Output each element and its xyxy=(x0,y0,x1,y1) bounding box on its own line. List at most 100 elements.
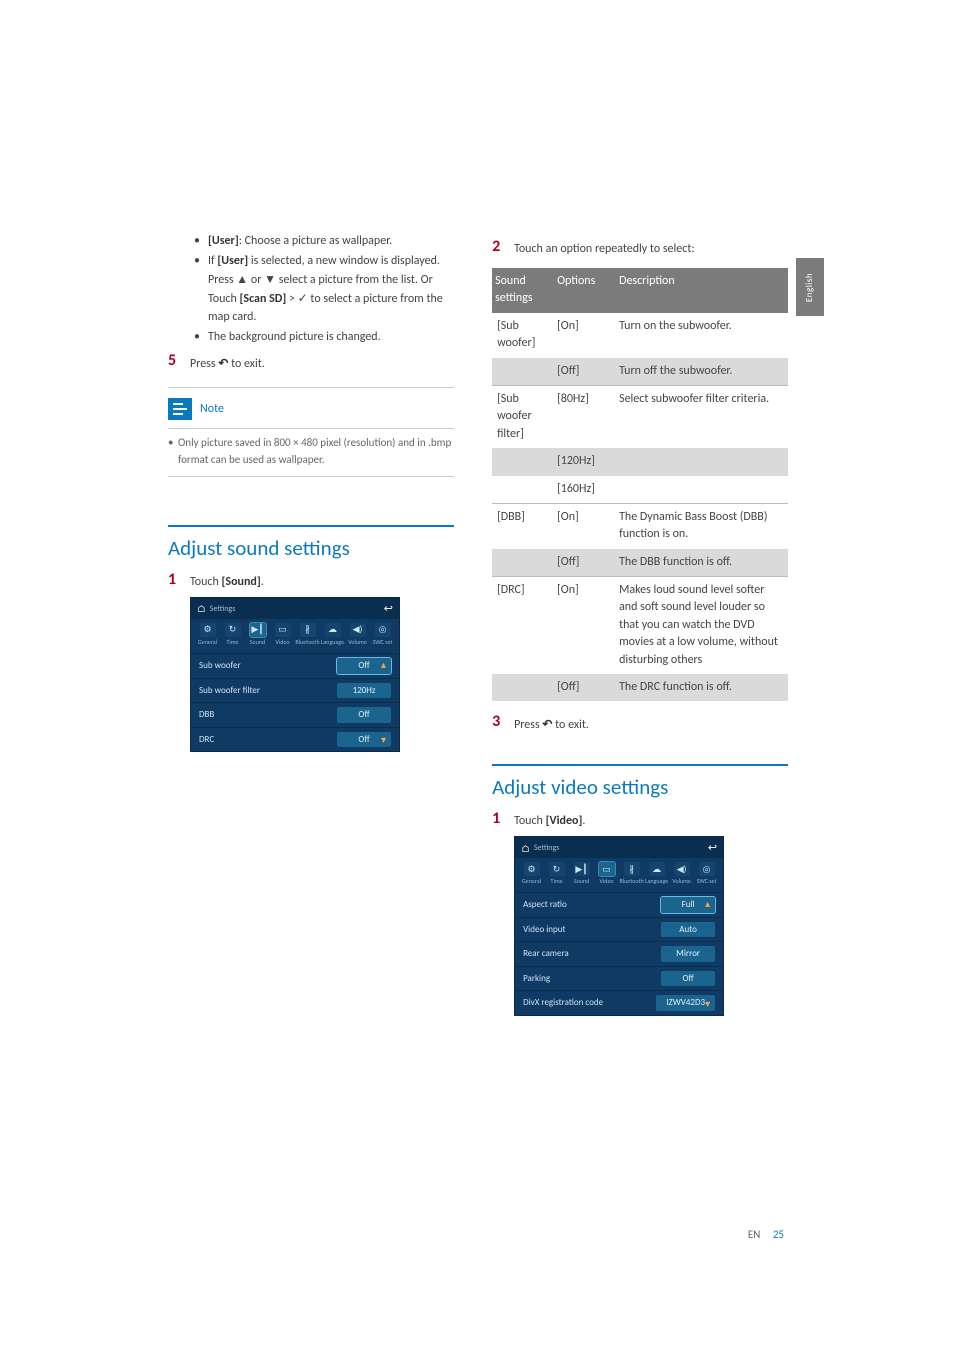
settings-tab[interactable]: ↻Time xyxy=(220,621,245,649)
col-options: Options xyxy=(554,268,616,313)
settings-tab[interactable]: ▶┃Sound xyxy=(569,860,594,888)
step-text: Press ↶ to exit. xyxy=(514,713,788,734)
label-video: [Video] xyxy=(546,814,583,828)
settings-row[interactable]: Aspect ratioFull xyxy=(515,892,723,917)
text: Press xyxy=(208,273,236,287)
row-label: DivX registration code xyxy=(523,996,603,1010)
language-tab: English xyxy=(796,258,824,316)
table-row: [160Hz] xyxy=(492,476,788,504)
step-text: Press ↶ to exit. xyxy=(190,352,454,373)
divider xyxy=(168,428,454,429)
settings-tab[interactable]: ⚙General xyxy=(519,860,544,888)
col-sound-settings: Sound settings xyxy=(492,268,554,313)
tab-label: General xyxy=(522,877,541,886)
scroll-arrows[interactable]: ▴ ▾ xyxy=(381,653,395,751)
text: The background picture is changed. xyxy=(208,330,381,344)
video-step-1: 1 Touch [Video]. xyxy=(492,810,788,830)
settings-row[interactable]: ParkingOff xyxy=(515,966,723,991)
table-cell: [120Hz] xyxy=(554,448,616,475)
settings-row[interactable]: Sub wooferOff xyxy=(191,653,399,678)
settings-row[interactable]: Rear cameraMirror xyxy=(515,941,723,966)
label-user: [User] xyxy=(217,254,248,268)
table-cell: The Dynamic Bass Boost (DBB) function is… xyxy=(616,503,788,548)
settings-row[interactable]: Sub woofer filter120Hz xyxy=(191,678,399,703)
scroll-up-icon[interactable]: ▴ xyxy=(381,657,395,672)
step-number: 5 xyxy=(168,352,182,370)
settings-tab[interactable]: ◎SWC set xyxy=(370,621,395,649)
scroll-down-icon[interactable]: ▾ xyxy=(381,732,395,747)
tab-label: Bluetooth xyxy=(619,877,643,886)
tab-label: Video xyxy=(275,638,289,647)
settings-tab[interactable]: ☁Language xyxy=(320,621,345,649)
screenshot-tabs: ⚙General↻Time▶┃Sound▭Video∦Bluetooth☁Lan… xyxy=(515,858,723,892)
back-icon[interactable]: ↩ xyxy=(708,840,717,857)
footer-page-number: 25 xyxy=(773,1228,784,1241)
down-arrow-icon: ▼ xyxy=(264,272,276,286)
settings-tab[interactable]: ▭Video xyxy=(270,621,295,649)
tab-icon: ▭ xyxy=(599,862,615,876)
tab-icon: ◎ xyxy=(699,862,715,876)
tab-label: Sound xyxy=(250,638,265,647)
settings-tab[interactable]: ▭Video xyxy=(594,860,619,888)
settings-row[interactable]: DBBOff xyxy=(191,702,399,727)
settings-row[interactable]: DivX registration codeIZWV42D3 xyxy=(515,990,723,1015)
tab-label: Time xyxy=(226,638,238,647)
note-header: Note xyxy=(168,394,454,426)
step-3: 3 Press ↶ to exit. xyxy=(492,713,788,734)
table-row: [DRC][On]Makes loud sound level softer a… xyxy=(492,577,788,674)
divider xyxy=(168,387,454,388)
settings-row[interactable]: Video inputAuto xyxy=(515,917,723,942)
screenshot-title: Settings xyxy=(534,842,560,854)
scroll-up-icon[interactable]: ▴ xyxy=(705,896,719,911)
sound-options-table: Sound settings Options Description [Sub … xyxy=(492,268,788,701)
row-label: Aspect ratio xyxy=(523,898,567,912)
settings-tab[interactable]: ◎SWC set xyxy=(694,860,719,888)
tab-icon: ◀) xyxy=(350,623,366,637)
settings-tab[interactable]: ↻Time xyxy=(544,860,569,888)
text: Press xyxy=(514,718,542,732)
settings-row[interactable]: DRCOff xyxy=(191,727,399,752)
tab-icon: ☁ xyxy=(325,623,341,637)
settings-tab[interactable]: ▶┃Sound xyxy=(245,621,270,649)
settings-tab[interactable]: ☁Language xyxy=(644,860,669,888)
sub-instruction-2: Touch [Scan SD] > ✓ to select a picture … xyxy=(208,289,454,326)
step-text: Touch an option repeatedly to select: xyxy=(514,238,788,258)
screenshot-sound-settings: ⌂ Settings ↩ ⚙General↻Time▶┃Sound▭Video∦… xyxy=(190,597,400,753)
tab-label: Sound xyxy=(574,877,589,886)
tab-icon: ⚙ xyxy=(200,623,216,637)
tab-label: Language xyxy=(321,638,344,647)
settings-tab[interactable]: ◀)Volume xyxy=(669,860,694,888)
table-row: [Off]The DBB function is off. xyxy=(492,549,788,577)
settings-tab[interactable]: ∦Bluetooth xyxy=(295,621,320,649)
table-cell: [DRC] xyxy=(492,577,554,674)
divider xyxy=(168,476,454,477)
table-row: [Off]The DRC function is off. xyxy=(492,674,788,701)
table-header-row: Sound settings Options Description xyxy=(492,268,788,313)
back-icon[interactable]: ↩ xyxy=(384,601,393,618)
up-arrow-icon: ▲ xyxy=(236,272,248,286)
text: Touch xyxy=(514,814,546,828)
table-cell xyxy=(616,448,788,475)
screenshot-video-settings: ⌂ Settings ↩ ⚙General↻Time▶┃Sound▭Video∦… xyxy=(514,836,724,1016)
step-text: Touch [Sound]. xyxy=(190,571,454,591)
table-cell: The DBB function is off. xyxy=(616,549,788,577)
table-cell xyxy=(492,358,554,386)
scroll-arrows[interactable]: ▴ ▾ xyxy=(705,892,719,1015)
settings-tab[interactable]: ◀)Volume xyxy=(345,621,370,649)
tab-label: SWC set xyxy=(697,877,717,886)
tab-label: Volume xyxy=(672,877,691,886)
home-icon[interactable]: ⌂ xyxy=(197,601,206,616)
heading-adjust-video: Adjust video settings xyxy=(492,772,788,804)
settings-tab[interactable]: ⚙General xyxy=(195,621,220,649)
tab-icon: ▶┃ xyxy=(574,862,590,876)
scroll-down-icon[interactable]: ▾ xyxy=(705,996,719,1011)
back-icon: ↶ xyxy=(218,356,228,370)
table-cell: [Off] xyxy=(554,549,616,577)
settings-tab[interactable]: ∦Bluetooth xyxy=(619,860,644,888)
row-label: Rear camera xyxy=(523,947,569,961)
row-label: Sub woofer xyxy=(199,659,241,673)
tab-label: Language xyxy=(645,877,668,886)
table-cell: Turn off the subwoofer. xyxy=(616,358,788,386)
home-icon[interactable]: ⌂ xyxy=(521,841,530,856)
tab-icon: ☁ xyxy=(649,862,665,876)
